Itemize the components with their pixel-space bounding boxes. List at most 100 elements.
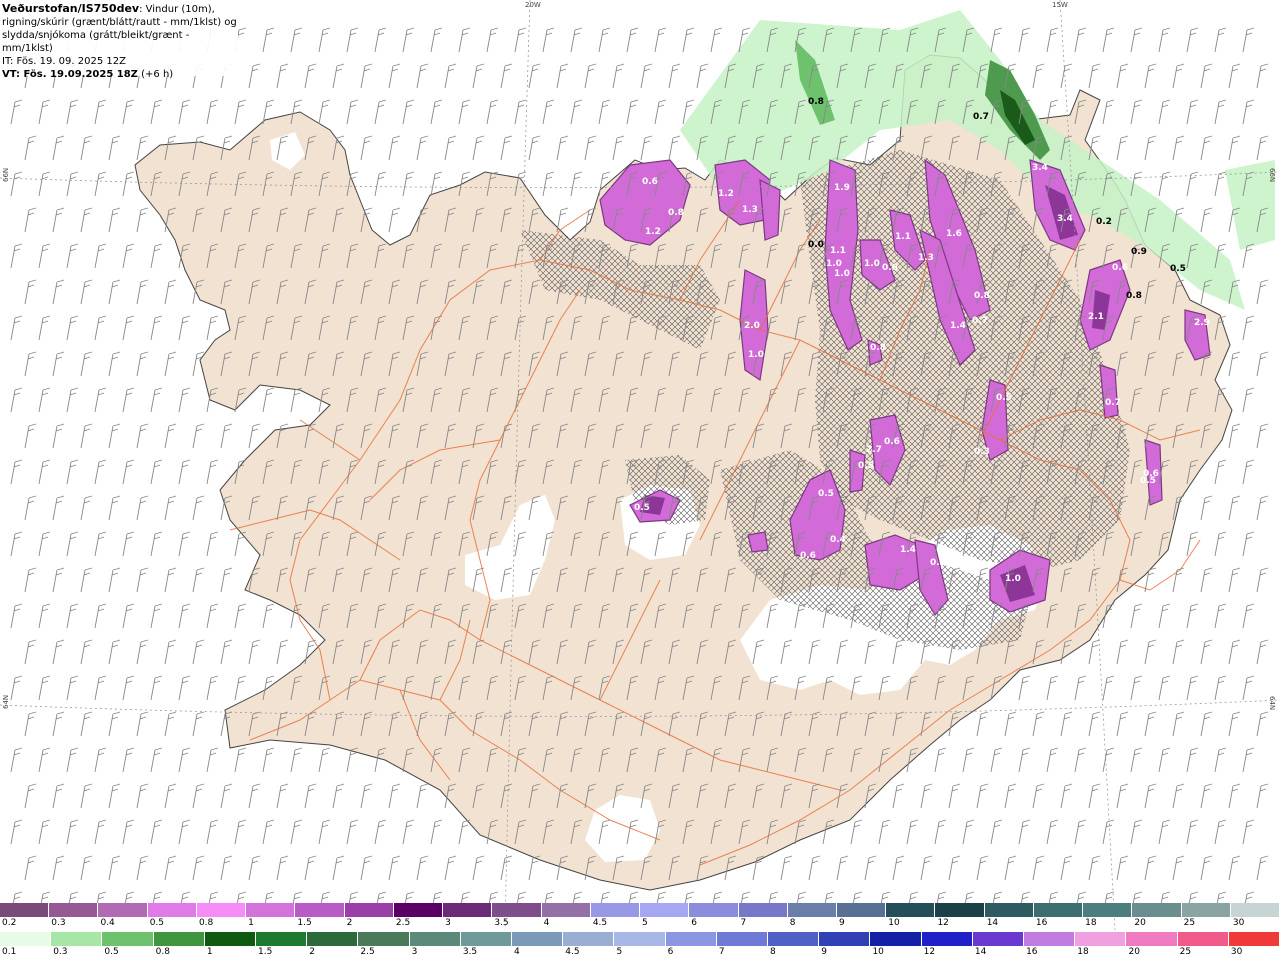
wind-barb [1242, 99, 1255, 125]
wind-barb [1158, 819, 1171, 845]
wind-barb [1144, 783, 1157, 809]
wind-barb [1158, 675, 1171, 701]
wind-barb [290, 747, 303, 773]
wind-barb [304, 783, 317, 809]
legend-tick-label: 18 [1085, 918, 1097, 928]
legend-tick-label: 3.5 [494, 918, 509, 928]
precip-label: 2.7 [866, 445, 882, 455]
wind-barb [626, 99, 639, 125]
legend-tick-label: 14 [986, 918, 999, 928]
wind-barb [1214, 603, 1227, 629]
wind-barb [262, 27, 275, 53]
legend-tick-label: 16 [1026, 947, 1038, 957]
lat-label-right-66n: 66N [1268, 168, 1276, 182]
wind-barb [1102, 747, 1115, 773]
wind-barb [1214, 819, 1227, 845]
precip-label: 1.3 [742, 205, 758, 215]
wind-barb [80, 495, 93, 521]
legend-tick-label: 6 [667, 947, 674, 957]
precip-label: 1.9 [834, 183, 850, 193]
precip-label: 2.0 [744, 321, 760, 331]
wind-barb [1102, 99, 1115, 125]
legend-tick-label: 0.2 [2, 918, 17, 928]
precip-label: 0.5 [818, 489, 834, 499]
wind-barb [192, 783, 205, 809]
wind-barb [1074, 747, 1087, 773]
legend-swatch [295, 903, 345, 917]
wind-barb [24, 495, 37, 521]
wind-barb [1228, 63, 1241, 89]
wind-barb [52, 351, 65, 377]
wind-barb [1256, 567, 1269, 593]
wind-barb [570, 27, 583, 53]
wind-barb [990, 747, 1003, 773]
wind-barb [332, 63, 345, 89]
wind-barb [192, 567, 205, 593]
legend-tick-label: 0.4 [100, 918, 115, 928]
wind-barb [94, 603, 107, 629]
wind-barb [360, 63, 373, 89]
wind-barb [528, 63, 541, 89]
wind-barb [24, 351, 37, 377]
legend-tick-label: 10 [872, 947, 884, 957]
wind-barb [136, 639, 149, 665]
wind-barb [66, 819, 79, 845]
wind-barb [654, 99, 667, 125]
precip-label: 0.4 [830, 535, 846, 545]
wind-barb [1004, 783, 1017, 809]
wind-barb [528, 135, 541, 161]
wind-barb [52, 639, 65, 665]
model-description: : Vindur (10m), [139, 4, 215, 15]
weather-map[interactable]: 20W 15W 66N 64N 66N 64N 0.6 0.8 1.2 1.2 … [0, 0, 1280, 930]
precip-label: 3.4 [1057, 214, 1073, 224]
wind-barb [136, 567, 149, 593]
wind-barb [52, 423, 65, 449]
wind-barb [206, 531, 219, 557]
wind-barb [1200, 639, 1213, 665]
legend-swatch [393, 903, 444, 917]
wind-barb [906, 819, 919, 845]
wind-barb [122, 747, 135, 773]
wind-barb [1074, 675, 1087, 701]
wind-barb [1116, 135, 1129, 161]
legend-swatch [307, 932, 359, 946]
wind-barb [206, 747, 219, 773]
wind-barb [248, 63, 261, 89]
legend-swatch [640, 903, 690, 917]
legend-tick-label: 0.8 [155, 947, 170, 957]
wind-barb [1172, 783, 1185, 809]
wind-barb [290, 819, 303, 845]
wind-barb [38, 675, 51, 701]
wind-barb [836, 855, 849, 881]
wind-barb [514, 99, 527, 125]
wind-barb [1186, 99, 1199, 125]
legend-tick-label: 3 [445, 918, 451, 928]
wind-barb [10, 459, 23, 485]
legend-tick-label: 6 [691, 918, 698, 928]
wind-barb [38, 171, 51, 197]
wind-barb [1060, 63, 1073, 89]
legend-swatch [768, 932, 820, 946]
legend-tick-label: 8 [789, 918, 796, 928]
wind-barb [1228, 855, 1241, 881]
legend-tick-label: 0.1 [2, 947, 17, 957]
wind-barb [1158, 747, 1171, 773]
legend-tick-label: 0.5 [149, 918, 165, 928]
wind-barb [612, 63, 625, 89]
valid-time-line: VT: Fös. 19.09.2025 18Z (+6 h) [2, 68, 238, 81]
wind-barb [1228, 711, 1241, 737]
wind-barb [136, 351, 149, 377]
wind-barb [1144, 855, 1157, 881]
wind-barb [976, 711, 989, 737]
wind-barb [892, 855, 905, 881]
legend-tick-label: 0.8 [198, 918, 214, 928]
wind-barb [346, 27, 359, 53]
wind-barb [24, 207, 37, 233]
wind-barb [66, 603, 79, 629]
wind-barb [388, 135, 401, 161]
wind-barb [1088, 783, 1101, 809]
legend-tick-label: 4.5 [592, 918, 608, 928]
wind-barb [1200, 135, 1213, 161]
legend-swatch [153, 932, 205, 946]
wind-barb [444, 855, 457, 881]
